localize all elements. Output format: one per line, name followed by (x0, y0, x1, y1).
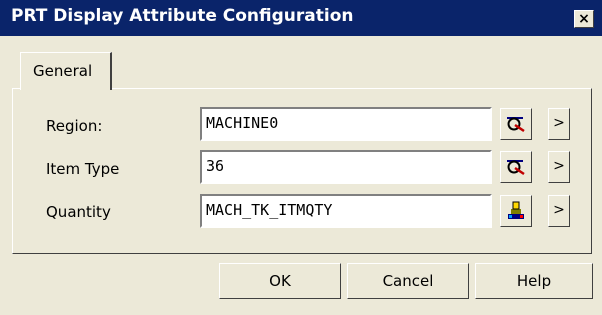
window-title: PRT Display Attribute Configuration (11, 6, 354, 26)
close-button[interactable]: × (574, 10, 594, 28)
region-more-button[interactable]: > (548, 108, 570, 140)
quantity-field[interactable]: MACH_TK_ITMQTY (200, 194, 492, 228)
quantity-more-button[interactable]: > (548, 195, 570, 227)
item-type-browse-button[interactable] (500, 151, 532, 183)
machine-select-icon (507, 160, 525, 176)
title-bar: PRT Display Attribute Configuration × (0, 0, 602, 36)
item-type-more-button[interactable]: > (548, 151, 570, 183)
cancel-button[interactable]: Cancel (347, 263, 469, 299)
ok-button[interactable]: OK (219, 263, 341, 299)
item-type-field[interactable]: 36 (200, 150, 492, 184)
tag-browse-icon (508, 201, 524, 219)
region-label: Region: (46, 117, 103, 135)
region-browse-button[interactable] (500, 108, 532, 140)
tab-general-label: General (33, 62, 93, 80)
quantity-browse-button[interactable] (500, 195, 532, 227)
region-field[interactable]: MACHINE0 (200, 107, 492, 141)
item-type-label: Item Type (46, 160, 120, 178)
machine-select-icon (507, 117, 525, 133)
tab-general[interactable]: General (20, 52, 112, 90)
quantity-label: Quantity (46, 203, 111, 221)
help-button[interactable]: Help (475, 263, 593, 299)
